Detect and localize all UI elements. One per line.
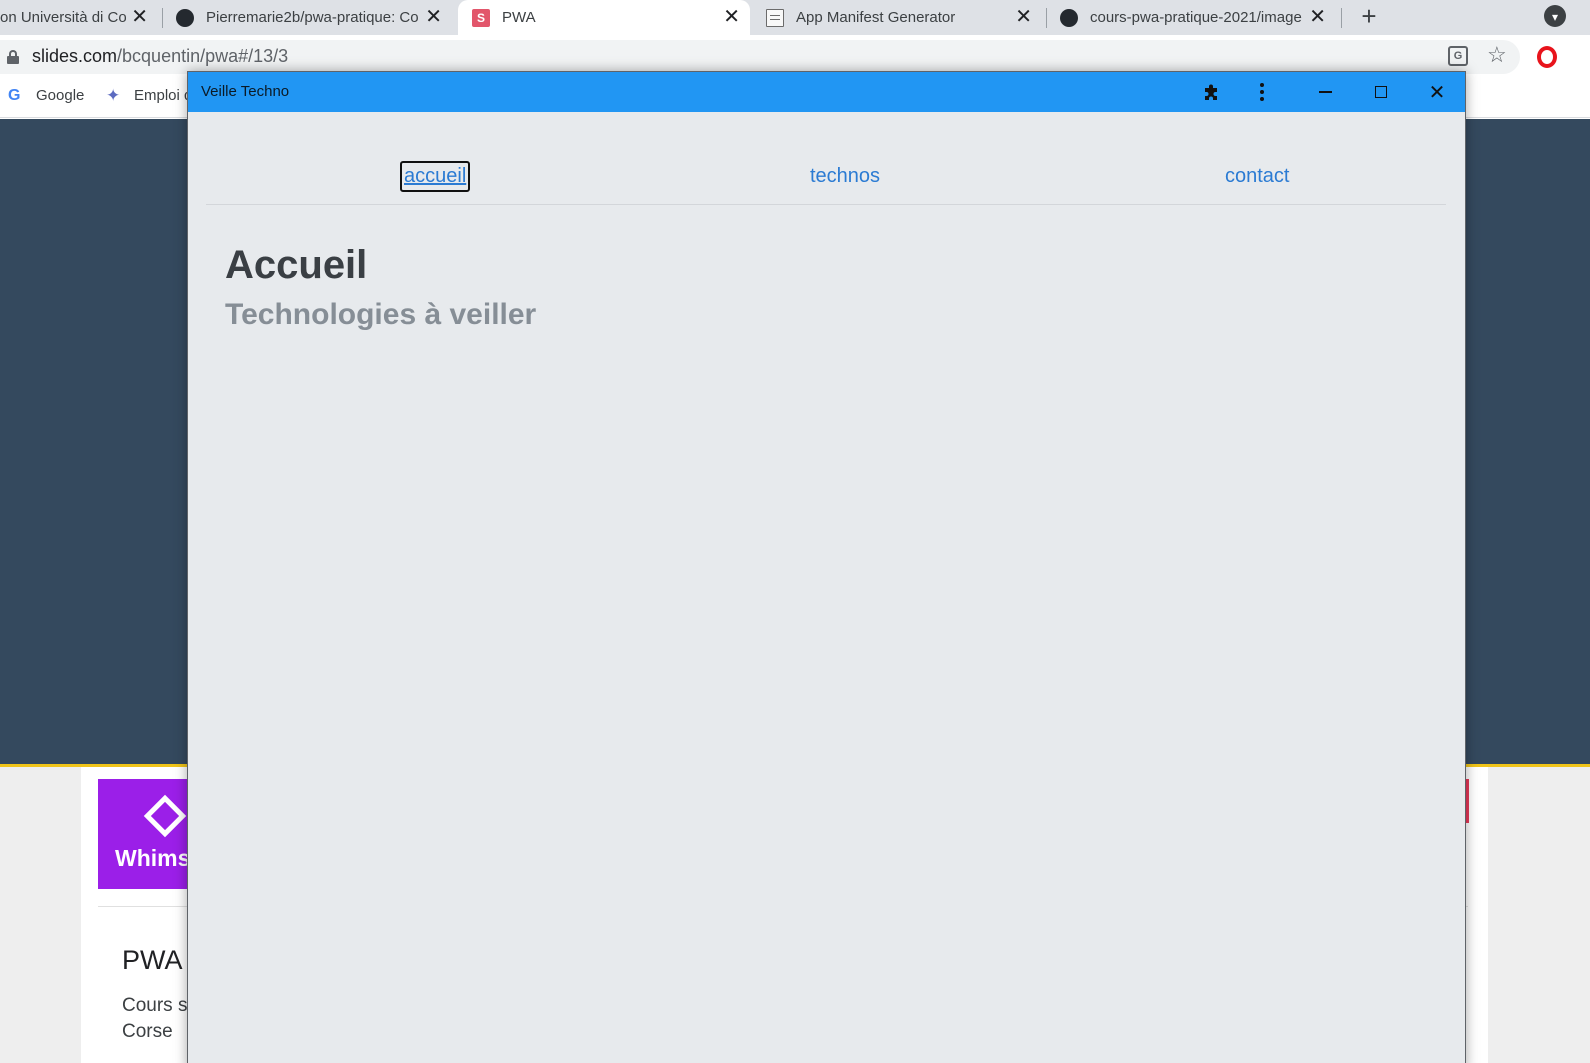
tab-separator bbox=[1046, 8, 1047, 28]
url-text[interactable]: slides.com/bcquentin/pwa#/13/3 bbox=[32, 46, 288, 67]
browser-tab[interactable]: Pierremarie2b/pwa-pratique: Co ✕ bbox=[176, 0, 452, 35]
page-title: Accueil bbox=[225, 243, 368, 287]
deck-description-line: Corse bbox=[122, 1021, 173, 1042]
extension-opera-icon[interactable] bbox=[1537, 46, 1557, 68]
pwa-window-title: Veille Techno bbox=[201, 83, 290, 100]
tab-close-icon[interactable]: ✕ bbox=[723, 4, 740, 30]
tab-title: on Università di Co bbox=[0, 9, 126, 26]
translate-icon[interactable]: G bbox=[1448, 46, 1468, 66]
nav-link-contact[interactable]: contact bbox=[1225, 165, 1289, 188]
deck-title: PWA bbox=[122, 945, 183, 975]
bookmark-label: Google bbox=[36, 87, 85, 104]
nav-link-technos[interactable]: technos bbox=[810, 165, 880, 188]
browser-tab[interactable]: cours-pwa-pratique-2021/image ✕ bbox=[1060, 0, 1336, 35]
nav-link-accueil[interactable]: accueil bbox=[400, 161, 471, 192]
tab-close-icon[interactable]: ✕ bbox=[131, 4, 148, 30]
page-subtitle: Technologies à veiller bbox=[225, 298, 537, 331]
deck-description: Cours s Corse bbox=[122, 993, 187, 1045]
bookmark-emploi[interactable]: ✦ Emploi d bbox=[106, 85, 193, 105]
app-nav: accueil technos contact bbox=[206, 157, 1446, 205]
tab-close-icon[interactable]: ✕ bbox=[1309, 4, 1326, 30]
browser-tab-strip: on Università di Co ✕ Pierremarie2b/pwa-… bbox=[0, 0, 1590, 35]
close-window-icon[interactable]: ✕ bbox=[1420, 72, 1454, 112]
google-icon: G bbox=[8, 86, 21, 104]
url-path: /bcquentin/pwa#/13/3 bbox=[117, 46, 289, 66]
browser-tab-active[interactable]: S PWA ✕ bbox=[458, 0, 750, 35]
tab-close-icon[interactable]: ✕ bbox=[425, 4, 442, 30]
tab-search-icon[interactable]: ▾ bbox=[1544, 5, 1566, 27]
minimize-icon[interactable] bbox=[1308, 72, 1342, 112]
pwa-titlebar[interactable]: Veille Techno ✕ bbox=[188, 72, 1465, 112]
browser-tab[interactable]: App Manifest Generator ✕ bbox=[766, 0, 1042, 35]
document-icon bbox=[766, 8, 784, 27]
maximize-icon[interactable] bbox=[1364, 72, 1398, 112]
more-options-icon[interactable] bbox=[1252, 72, 1272, 112]
tab-separator bbox=[1341, 8, 1342, 28]
bookmark-google[interactable]: G Google bbox=[8, 87, 84, 104]
tab-title: Pierremarie2b/pwa-pratique: Co bbox=[206, 9, 419, 26]
url-domain: slides.com bbox=[32, 46, 118, 66]
pwa-window: Veille Techno ✕ accueil technos contact … bbox=[187, 71, 1466, 1063]
tab-separator bbox=[162, 8, 163, 28]
tab-title: PWA bbox=[502, 9, 536, 26]
bookmark-star-icon[interactable]: ☆ bbox=[1487, 42, 1507, 68]
tab-title: App Manifest Generator bbox=[796, 9, 956, 26]
emploi-icon: ✦ bbox=[106, 85, 121, 105]
github-icon bbox=[1060, 8, 1078, 27]
bookmark-label: Emploi d bbox=[134, 87, 193, 104]
diamond-icon bbox=[143, 794, 187, 838]
tab-title: cours-pwa-pratique-2021/image bbox=[1090, 9, 1302, 26]
extensions-puzzle-icon[interactable] bbox=[1200, 72, 1224, 112]
new-tab-button[interactable]: + bbox=[1357, 0, 1381, 35]
tab-close-icon[interactable]: ✕ bbox=[1015, 4, 1032, 30]
deck-description-line: Cours s bbox=[122, 995, 188, 1016]
github-icon bbox=[176, 8, 194, 27]
logo-text: Whims bbox=[115, 845, 191, 871]
slides-icon: S bbox=[472, 8, 490, 27]
browser-tab[interactable]: on Università di Co ✕ bbox=[0, 0, 158, 35]
lock-icon[interactable] bbox=[7, 50, 19, 64]
